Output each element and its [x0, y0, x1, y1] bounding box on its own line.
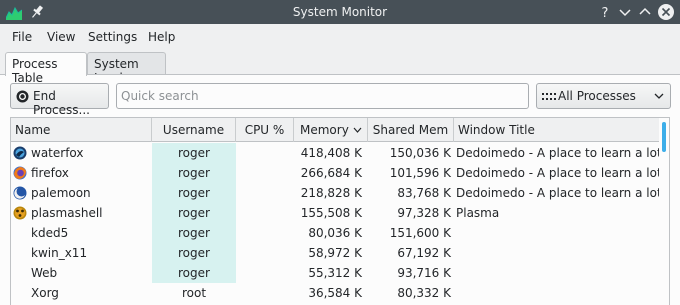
- process-username: root: [181, 286, 207, 300]
- column-header-memory-label: Memory: [300, 123, 349, 137]
- process-table: Name Username CPU % Memory Shared Mem Wi…: [10, 117, 670, 305]
- table-row[interactable]: Web roger 55,312 K 93,716 K: [11, 263, 661, 283]
- column-header-cpu[interactable]: CPU %: [236, 118, 294, 142]
- vertical-scrollbar[interactable]: [659, 118, 669, 305]
- tab-process-table[interactable]: Process Table: [5, 52, 87, 85]
- tab-system-load[interactable]: System Load: [87, 52, 166, 85]
- process-username: roger: [152, 263, 236, 283]
- process-cpu: [236, 283, 294, 303]
- menu-help[interactable]: Help: [148, 30, 175, 44]
- column-header-window-title[interactable]: Window Title: [454, 118, 661, 142]
- process-filter-value: All Processes: [558, 89, 636, 103]
- menu-view[interactable]: View: [47, 30, 75, 44]
- process-memory: 155,508 K: [300, 206, 362, 220]
- help-icon[interactable]: ?: [596, 3, 614, 21]
- process-username: roger: [152, 203, 236, 223]
- process-cpu: [236, 203, 294, 223]
- process-window-title: [454, 263, 661, 283]
- process-memory: 80,036 K: [308, 226, 362, 240]
- process-window-title: Dedoimedo - A place to learn a lot a...: [456, 146, 661, 160]
- process-memory: 36,584 K: [308, 286, 362, 300]
- process-username: roger: [152, 243, 236, 263]
- column-header-memory[interactable]: Memory: [294, 118, 368, 142]
- process-memory: 218,828 K: [300, 186, 362, 200]
- close-icon[interactable]: [657, 3, 675, 21]
- process-name: palemoon: [31, 186, 91, 200]
- tab-bar: Process Table System Load: [0, 50, 680, 85]
- end-process-button[interactable]: End Process...: [10, 83, 109, 117]
- scrollbar-thumb[interactable]: [662, 122, 666, 152]
- process-window-title: [454, 223, 661, 243]
- process-window-title: [454, 283, 661, 303]
- process-name: firefox: [31, 166, 69, 180]
- process-memory: 418,408 K: [300, 146, 362, 160]
- process-filter-select[interactable]: All Processes: [536, 83, 671, 109]
- table-row[interactable]: kded5 roger 80,036 K 151,600 K: [11, 223, 661, 243]
- process-username: roger: [152, 143, 236, 163]
- process-username: roger: [152, 183, 236, 203]
- process-name: Xorg: [31, 286, 59, 300]
- process-memory: 266,684 K: [300, 166, 362, 180]
- table-row[interactable]: kwin_x11 roger 58,972 K 67,192 K: [11, 243, 661, 263]
- chevron-down-icon: [654, 93, 664, 99]
- process-name: kwin_x11: [31, 246, 88, 260]
- process-name: Web: [31, 266, 58, 280]
- maximize-icon[interactable]: [636, 3, 654, 21]
- process-cpu: [236, 223, 294, 243]
- title-bar: System Monitor ?: [0, 0, 680, 24]
- menu-settings[interactable]: Settings: [88, 30, 137, 44]
- sort-descending-icon: [353, 127, 362, 133]
- column-header-name[interactable]: Name: [11, 118, 152, 142]
- process-username: roger: [152, 163, 236, 183]
- table-row[interactable]: firefox roger 266,684 K 101,596 K Dedoimedo …: [11, 163, 661, 183]
- grid-icon: [542, 93, 556, 100]
- process-name: waterfox: [31, 146, 84, 160]
- table-row[interactable]: waterfox roger 418,408 K 150,036 K Dedoimedo…: [11, 143, 661, 163]
- process-username: roger: [152, 223, 236, 243]
- process-window-title: Dedoimedo - A place to learn a lot a...: [456, 166, 661, 180]
- process-memory: 58,972 K: [308, 246, 362, 260]
- process-window-title: Dedoimedo - A place to learn a lot a...: [456, 186, 661, 200]
- end-process-label: End Process...: [33, 89, 90, 117]
- table-row[interactable]: plasmashell roger 155,508 K 97,328 K Plasma: [11, 203, 661, 223]
- quick-search-input[interactable]: [121, 87, 521, 105]
- minimize-icon[interactable]: [616, 3, 634, 21]
- process-cpu: [236, 243, 294, 263]
- svg-text:?: ?: [602, 6, 609, 21]
- quick-search-box: [116, 83, 529, 109]
- process-shared-mem: 67,192 K: [397, 246, 451, 260]
- menu-bar: File View Settings Help: [0, 24, 680, 50]
- process-cpu: [236, 183, 294, 203]
- process-window-title: [454, 243, 661, 263]
- table-row[interactable]: palemoon roger 218,828 K 83,768 K Dedoimedo …: [11, 183, 661, 203]
- process-shared-mem: 83,768 K: [397, 186, 451, 200]
- process-shared-mem: 150,036 K: [389, 146, 451, 160]
- column-header-shared-mem[interactable]: Shared Mem: [368, 118, 454, 142]
- process-shared-mem: 80,332 K: [397, 286, 451, 300]
- process-name: plasmashell: [31, 206, 103, 220]
- process-window-title: Plasma: [456, 206, 500, 220]
- process-cpu: [236, 163, 294, 183]
- window-title: System Monitor: [292, 5, 388, 19]
- menu-file[interactable]: File: [12, 30, 32, 44]
- process-cpu: [236, 143, 294, 163]
- table-header: Name Username CPU % Memory Shared Mem Wi…: [11, 118, 661, 142]
- process-memory: 55,312 K: [308, 266, 362, 280]
- process-shared-mem: 101,596 K: [389, 166, 451, 180]
- record-icon: [16, 90, 29, 103]
- process-shared-mem: 97,328 K: [397, 206, 451, 220]
- process-shared-mem: 151,600 K: [389, 226, 451, 240]
- table-row[interactable]: Xorg root 36,584 K 80,332 K: [11, 283, 661, 303]
- process-shared-mem: 93,716 K: [397, 266, 451, 280]
- column-header-username[interactable]: Username: [152, 118, 236, 142]
- process-cpu: [236, 263, 294, 283]
- process-name: kded5: [31, 226, 69, 240]
- process-table-panel: End Process... All Processes Name Userna…: [0, 74, 680, 305]
